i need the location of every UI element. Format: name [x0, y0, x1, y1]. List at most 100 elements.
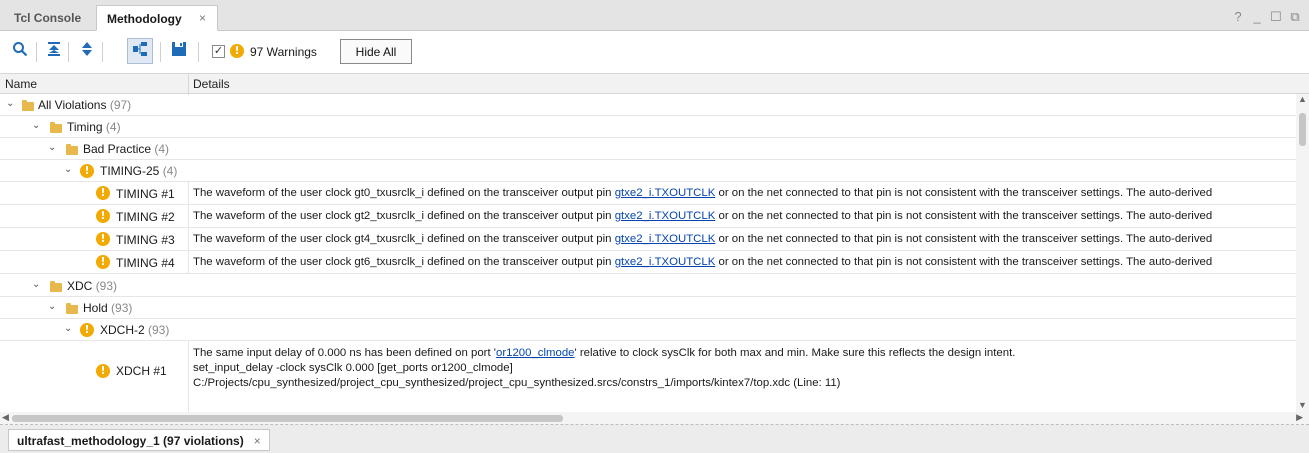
tree-row-timing[interactable]: ⌄ Timing (4)	[0, 116, 1296, 138]
chevron-down-icon[interactable]: ⌄	[64, 164, 72, 175]
table-row[interactable]: ! XDCH #1 The same input delay of 0.000 …	[0, 341, 1296, 412]
row-count: (93)	[95, 279, 118, 293]
warning-icon: !	[96, 209, 110, 223]
details-text: The same input delay of 0.000 ns has bee…	[193, 347, 496, 359]
details-text: or on the net connected to that pin is n…	[715, 256, 1213, 268]
row-count: (4)	[162, 164, 178, 178]
scroll-left-icon[interactable]: ◀	[2, 412, 9, 423]
tree-row-xdc[interactable]: ⌄ XDC (93)	[0, 274, 1296, 297]
table-row[interactable]: ! TIMING #2 The waveform of the user clo…	[0, 205, 1296, 228]
column-header-details[interactable]: Details	[193, 77, 230, 91]
restore-icon[interactable]: ☐	[1270, 9, 1282, 25]
pin-link[interactable]: gtxe2_i.TXOUTCLK	[615, 210, 716, 222]
vertical-scrollbar[interactable]: ▲ ▼	[1296, 94, 1309, 412]
table-row[interactable]: ! TIMING #4 The waveform of the user clo…	[0, 251, 1296, 274]
horizontal-scrollbar[interactable]: ◀ ▶	[0, 412, 1309, 425]
column-divider	[188, 228, 189, 250]
row-details-line: C:/Projects/cpu_synthesized/project_cpu_…	[193, 377, 841, 389]
tab-ultrafast-methodology[interactable]: ultrafast_methodology_1 (97 violations) ×	[8, 429, 270, 451]
column-header-name[interactable]: Name	[5, 77, 37, 91]
close-icon[interactable]: ×	[254, 434, 261, 448]
row-count: (97)	[109, 98, 132, 112]
row-label: XDCH #1	[116, 364, 167, 378]
warning-icon: !	[230, 44, 244, 58]
row-label: TIMING #2	[116, 210, 175, 224]
tab-methodology[interactable]: Methodology ×	[96, 5, 218, 31]
warnings-checkbox[interactable]: ✓	[212, 45, 225, 58]
toolbar-separator	[102, 42, 103, 62]
scroll-down-icon[interactable]: ▼	[1298, 400, 1307, 410]
scroll-thumb[interactable]	[1299, 113, 1306, 146]
toolbar-separator	[160, 42, 161, 62]
collapse-all-icon[interactable]	[44, 41, 64, 61]
help-icon[interactable]: ?	[1232, 9, 1244, 25]
tree-row-all-violations[interactable]: ⌄ All Violations (97)	[0, 94, 1296, 116]
table-row[interactable]: ! TIMING #3 The waveform of the user clo…	[0, 228, 1296, 251]
pin-link[interactable]: gtxe2_i.TXOUTCLK	[615, 187, 716, 199]
group-by-icon	[130, 41, 150, 61]
row-label: TIMING-25	[100, 164, 160, 178]
details-text: or on the net connected to that pin is n…	[715, 233, 1213, 245]
warning-icon: !	[80, 164, 94, 178]
chevron-down-icon[interactable]: ⌄	[6, 98, 14, 109]
table-row[interactable]: ! TIMING #1 The waveform of the user clo…	[0, 182, 1296, 205]
row-label: Hold	[83, 301, 108, 315]
row-count: (93)	[111, 301, 133, 315]
violations-tree: ⌄ All Violations (97) ⌄ Timing (4) ⌄ Bad…	[0, 94, 1296, 412]
window-controls: ? _ ☐ ⧉	[1232, 9, 1301, 25]
tree-row-bad-practice[interactable]: ⌄ Bad Practice (4)	[0, 138, 1296, 160]
row-label: All Violations	[38, 98, 107, 112]
row-details: The waveform of the user clock gt4_txusr…	[193, 233, 1296, 245]
scroll-thumb[interactable]	[12, 415, 563, 422]
column-divider	[188, 251, 189, 273]
tab-methodology-label: Methodology	[107, 12, 182, 26]
toolbar: ✓ ! 97 Warnings Hide All	[0, 31, 1309, 73]
hide-all-button[interactable]: Hide All	[340, 39, 412, 64]
search-icon[interactable]	[10, 41, 30, 61]
row-count: (93)	[148, 323, 170, 337]
minimize-icon[interactable]: _	[1251, 9, 1263, 25]
toolbar-separator	[68, 42, 69, 62]
row-label: XDCH-2	[100, 323, 145, 337]
details-text: ' relative to clock sysClk for both max …	[574, 347, 1016, 359]
chevron-down-icon[interactable]: ⌄	[64, 323, 72, 334]
column-divider[interactable]	[188, 74, 189, 95]
scroll-up-icon[interactable]: ▲	[1298, 94, 1307, 104]
scroll-right-icon[interactable]: ▶	[1296, 412, 1303, 423]
column-divider	[188, 182, 189, 204]
tab-tcl-console[interactable]: Tcl Console	[4, 5, 91, 31]
details-text: The waveform of the user clock gt4_txusr…	[193, 233, 615, 245]
folder-icon	[50, 122, 62, 133]
folder-icon	[66, 303, 78, 314]
row-label: Timing	[67, 120, 103, 134]
warning-icon: !	[96, 186, 110, 200]
tree-row-timing-25[interactable]: ⌄ ! TIMING-25 (4)	[0, 160, 1296, 182]
result-tab-bar: ultrafast_methodology_1 (97 violations) ×	[0, 425, 1309, 453]
warnings-label: 97 Warnings	[250, 45, 317, 59]
row-details: The waveform of the user clock gt0_txusr…	[193, 187, 1296, 199]
row-label: TIMING #3	[116, 233, 175, 247]
details-text: The waveform of the user clock gt6_txusr…	[193, 256, 615, 268]
tree-row-hold[interactable]: ⌄ Hold (93)	[0, 297, 1296, 319]
chevron-down-icon[interactable]: ⌄	[48, 301, 56, 312]
chevron-down-icon[interactable]: ⌄	[32, 279, 40, 290]
save-icon[interactable]	[169, 41, 189, 61]
float-icon[interactable]: ⧉	[1289, 9, 1301, 25]
expand-all-icon[interactable]	[77, 41, 97, 61]
pin-link[interactable]: gtxe2_i.TXOUTCLK	[615, 233, 716, 245]
details-text: The waveform of the user clock gt2_txusr…	[193, 210, 615, 222]
details-text: or on the net connected to that pin is n…	[715, 210, 1213, 222]
tree-row-xdch-2[interactable]: ⌄ ! XDCH-2 (93)	[0, 319, 1296, 341]
row-label: Bad Practice	[83, 142, 152, 156]
chevron-down-icon[interactable]: ⌄	[48, 142, 56, 153]
close-icon[interactable]: ×	[199, 11, 206, 25]
folder-icon	[22, 100, 34, 111]
tab-bar: Tcl Console Methodology × ? _ ☐ ⧉	[0, 0, 1309, 31]
pin-link[interactable]: gtxe2_i.TXOUTCLK	[615, 256, 716, 268]
port-link[interactable]: or1200_clmode	[496, 347, 575, 359]
column-divider	[188, 205, 189, 227]
row-details: The waveform of the user clock gt6_txusr…	[193, 256, 1296, 268]
chevron-down-icon[interactable]: ⌄	[32, 120, 40, 131]
warning-icon: !	[80, 323, 94, 337]
row-label: XDC	[67, 279, 93, 293]
